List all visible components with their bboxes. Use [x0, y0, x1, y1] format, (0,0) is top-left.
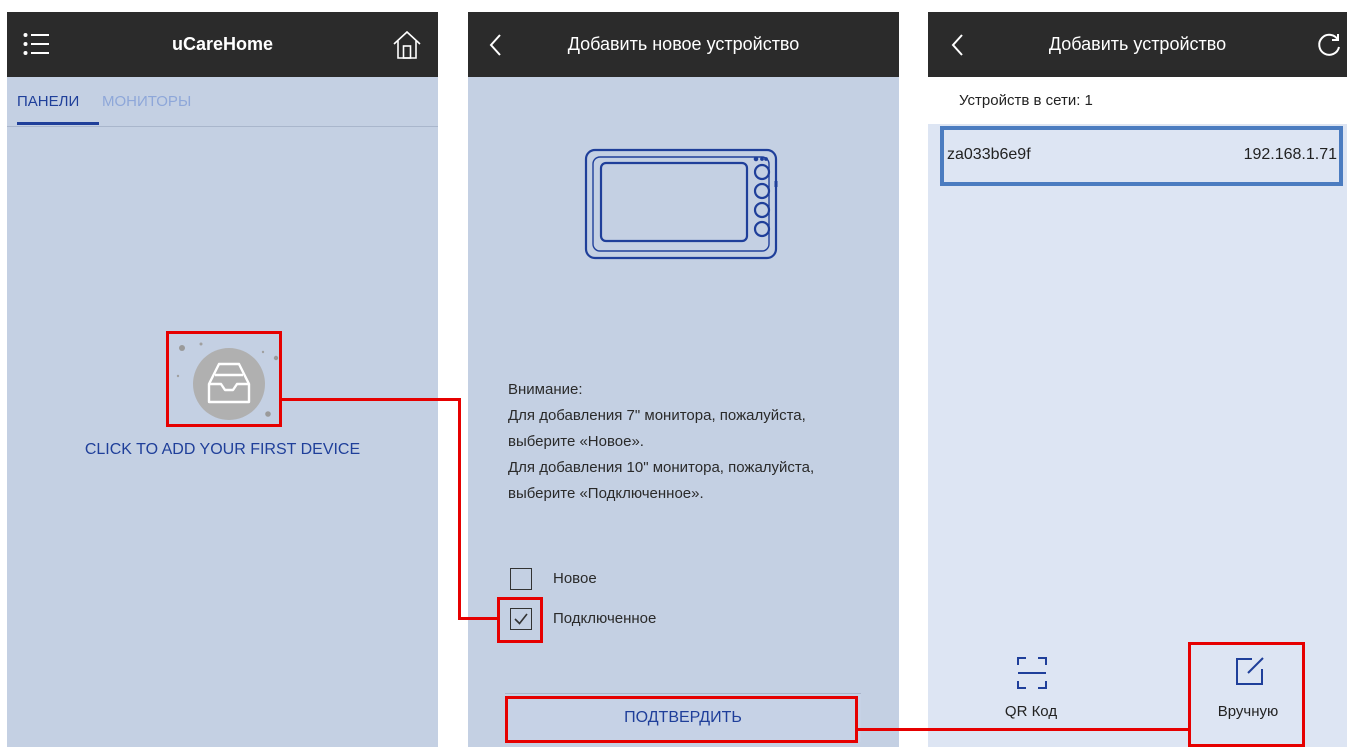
- option-new[interactable]: Новое: [510, 568, 810, 594]
- checkbox-new[interactable]: [510, 568, 532, 590]
- top-bar: Добавить новое устройство: [468, 12, 899, 77]
- qr-scan-icon: [1016, 656, 1048, 690]
- top-bar: Добавить устройство: [928, 12, 1347, 77]
- qr-code-label: QR Код: [1004, 703, 1058, 720]
- connector-line: [458, 398, 461, 620]
- option-label: Подключенное: [553, 610, 657, 627]
- highlight-connected-checkbox: [497, 597, 543, 643]
- highlight-add-device: [166, 331, 282, 427]
- connector-line: [458, 617, 500, 620]
- screen-add-device: Добавить устройство Устройств в сети: 1 …: [928, 12, 1347, 747]
- connector-line: [857, 728, 1191, 731]
- add-first-device-label[interactable]: CLICK TO ADD YOUR FIRST DEVICE: [7, 441, 438, 459]
- notice-line: Для добавления 7" монитора, пожалуйста,: [508, 407, 806, 424]
- top-bar: uCareHome: [7, 12, 438, 77]
- devices-count: Устройств в сети: 1: [959, 92, 1093, 109]
- option-label: Новое: [553, 570, 597, 587]
- qr-code-button[interactable]: QR Код: [986, 652, 1076, 732]
- tab-monitors[interactable]: МОНИТОРЫ: [102, 93, 191, 110]
- connector-line: [281, 398, 461, 401]
- devices-header: Устройств в сети: 1: [928, 77, 1347, 124]
- device-ip: 192.168.1.71: [1243, 146, 1337, 163]
- screen-title: Добавить устройство: [1048, 34, 1227, 54]
- notice-line: Внимание:: [508, 381, 583, 398]
- refresh-icon[interactable]: [1316, 32, 1342, 58]
- tab-panels[interactable]: ПАНЕЛИ: [17, 93, 79, 110]
- tab-bar: ПАНЕЛИ МОНИТОРЫ: [7, 77, 438, 127]
- intercom-monitor-icon: [581, 145, 787, 261]
- device-row[interactable]: za033b6e9f 192.168.1.71: [940, 126, 1343, 186]
- notice-text: Внимание: Для добавления 7" монитора, по…: [508, 377, 814, 507]
- option-connected[interactable]: Подключенное: [510, 608, 810, 634]
- highlight-manual-button: [1188, 642, 1305, 747]
- home-icon[interactable]: [391, 29, 423, 61]
- device-name: za033b6e9f: [947, 146, 1031, 163]
- notice-line: Для добавления 10" монитора, пожалуйста,: [508, 459, 815, 476]
- screen-title: Добавить новое устройство: [567, 34, 800, 54]
- highlight-confirm-button: [505, 696, 858, 743]
- notice-line: выберите «Новое».: [508, 433, 644, 450]
- tab-active-underline: [17, 122, 99, 125]
- notice-line: выберите «Подключенное».: [508, 485, 704, 502]
- app-title: uCareHome: [171, 34, 274, 54]
